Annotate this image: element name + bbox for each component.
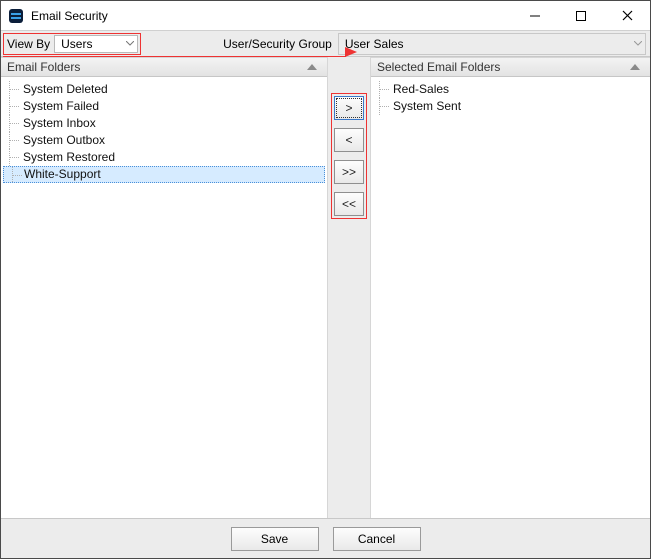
app-icon [7,7,25,25]
footer: Save Cancel [1,518,650,558]
view-by-highlight: View By Users [3,33,141,55]
user-security-group-label: User/Security Group [223,37,332,51]
user-security-group-combo[interactable]: User Sales [338,33,646,55]
email-folders-panel: Email Folders System Deleted System Fail… [1,57,327,518]
filter-bar: View By Users User/Security Group User S… [1,31,650,57]
tree-item[interactable]: System Deleted [1,81,327,98]
email-security-window: Email Security View By Users User/Securi [0,0,651,559]
view-by-combo[interactable]: Users [54,35,138,53]
email-folders-header-label: Email Folders [7,60,80,74]
selected-folders-panel: Selected Email Folders Red-Sales System … [371,57,650,518]
tree-item[interactable]: System Sent [371,98,650,115]
tree-item[interactable]: Red-Sales [371,81,650,98]
save-button[interactable]: Save [231,527,319,551]
chevron-down-icon [126,41,134,47]
view-by-value: Users [61,37,92,51]
chevron-down-icon [634,41,642,47]
close-button[interactable] [604,1,650,30]
selected-folders-header-label: Selected Email Folders [377,60,500,74]
move-buttons-highlight: > < >> << [331,93,367,219]
move-buttons-column: > < >> << [327,57,371,518]
minimize-button[interactable] [512,1,558,30]
tree-item[interactable]: System Inbox [1,115,327,132]
titlebar: Email Security [1,1,650,31]
add-all-button[interactable]: >> [334,160,364,184]
email-folders-tree[interactable]: System Deleted System Failed System Inbo… [1,77,327,518]
email-folders-header[interactable]: Email Folders [1,57,327,77]
selected-folders-tree[interactable]: Red-Sales System Sent [371,77,650,518]
body: Email Folders System Deleted System Fail… [1,57,650,518]
window-controls [512,1,650,30]
maximize-button[interactable] [558,1,604,30]
view-by-label: View By [7,37,50,51]
tree-item[interactable]: System Outbox [1,132,327,149]
annotation-underline [3,56,346,57]
sort-asc-icon [307,64,317,70]
sort-asc-icon [630,64,640,70]
tree-item-selected[interactable]: White-Support [3,166,325,183]
remove-button[interactable]: < [334,128,364,152]
tree-item[interactable]: System Failed [1,98,327,115]
tree-item[interactable]: System Restored [1,149,327,166]
remove-all-button[interactable]: << [334,192,364,216]
selected-folders-header[interactable]: Selected Email Folders [371,57,650,77]
annotation-arrow-icon [345,46,357,60]
cancel-button[interactable]: Cancel [333,527,421,551]
window-title: Email Security [31,9,512,23]
add-button[interactable]: > [334,96,364,120]
